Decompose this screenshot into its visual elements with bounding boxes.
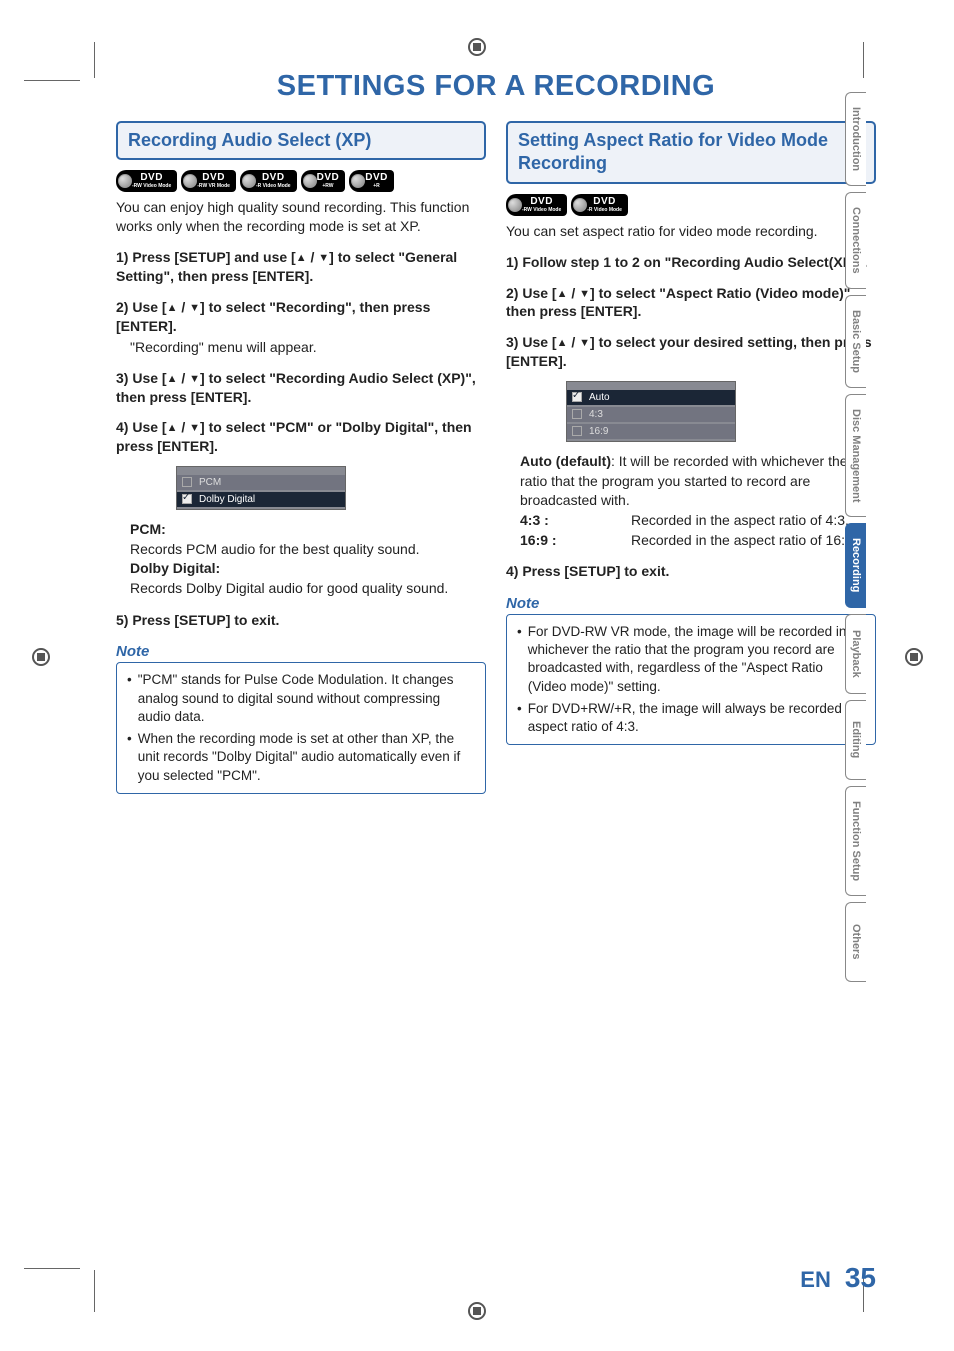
print-mark-top [468, 38, 486, 56]
page-number: 35 [845, 1262, 876, 1294]
note-item: •"PCM" stands for Pulse Code Modulation.… [127, 671, 475, 726]
pcm-desc: Records PCM audio for the best quality s… [130, 540, 486, 560]
intro-text: You can set aspect ratio for video mode … [506, 222, 876, 241]
tab-editing[interactable]: Editing [845, 700, 866, 780]
def-169: 16:9 : Recorded in the aspect ratio of 1… [520, 531, 876, 551]
side-tabs: Introduction Connections Basic Setup Dis… [845, 92, 866, 982]
dolby-label: Dolby Digital: [130, 559, 486, 579]
dvd-badge: DVD-RW Video Mode [116, 170, 177, 192]
dolby-desc: Records Dolby Digital audio for good qua… [130, 579, 486, 599]
note-box-left: •"PCM" stands for Pulse Code Modulation.… [116, 662, 486, 793]
step-2-sub: "Recording" menu will appear. [130, 338, 486, 357]
note-box-right: •For DVD-RW VR mode, the image will be r… [506, 614, 876, 745]
print-mark-right [905, 648, 923, 666]
two-column-layout: Recording Audio Select (XP) DVD-RW Video… [116, 121, 876, 794]
dvd-badge: DVD-RW VR Mode [181, 170, 236, 192]
crop-mark [24, 1268, 80, 1269]
def-auto: Auto (default): It will be recorded with… [520, 452, 876, 511]
pcm-definition: PCM: Records PCM audio for the best qual… [130, 520, 486, 598]
step-1: 1) Press [SETUP] and use [▲ / ▼] to sele… [116, 248, 486, 286]
checkbox-icon [182, 477, 192, 487]
step-1: 1) Follow step 1 to 2 on "Recording Audi… [506, 253, 876, 272]
osd-menu-aspect: Auto 4:3 16:9 [566, 381, 736, 442]
note-item: •For DVD-RW VR mode, the image will be r… [517, 623, 865, 696]
crop-mark [94, 1270, 95, 1312]
print-mark-left [32, 648, 50, 666]
crop-mark [94, 42, 95, 78]
aspect-definitions: Auto (default): It will be recorded with… [520, 452, 876, 550]
pcm-label: PCM: [130, 520, 486, 540]
print-mark-bottom [468, 1302, 486, 1320]
dvd-badge: DVD-RW Video Mode [506, 194, 567, 216]
section-heading-aspect-ratio: Setting Aspect Ratio for Video Mode Reco… [506, 121, 876, 184]
dvd-badges-right: DVD-RW Video Mode DVD-R Video Mode [506, 194, 876, 216]
dvd-badge: DVD+RW [301, 170, 346, 192]
crop-mark [24, 80, 80, 81]
step-4: 4) Press [SETUP] to exit. [506, 562, 876, 581]
note-item: •For DVD+RW/+R, the image will always be… [517, 700, 865, 736]
step-2: 2) Use [▲ / ▼] to select "Recording", th… [116, 298, 486, 336]
note-item: •When the recording mode is set at other… [127, 730, 475, 785]
menu-row-169: 16:9 [567, 424, 735, 439]
tab-others[interactable]: Others [845, 902, 866, 982]
checkbox-icon [572, 409, 582, 419]
section-heading-audio-select: Recording Audio Select (XP) [116, 121, 486, 160]
checkbox-checked-icon [572, 392, 582, 402]
left-column: Recording Audio Select (XP) DVD-RW Video… [116, 121, 486, 794]
tab-basic-setup[interactable]: Basic Setup [845, 295, 866, 388]
tab-recording[interactable]: Recording [845, 523, 866, 607]
step-5: 5) Press [SETUP] to exit. [116, 611, 486, 630]
step-3: 3) Use [▲ / ▼] to select your desired se… [506, 333, 876, 371]
menu-row-pcm: PCM [177, 475, 345, 490]
dvd-badge: DVD-R Video Mode [571, 194, 628, 216]
note-heading: Note [506, 595, 876, 612]
tab-connections[interactable]: Connections [845, 192, 866, 289]
checkbox-checked-icon [182, 494, 192, 504]
def-43: 4:3 : Recorded in the aspect ratio of 4:… [520, 511, 876, 531]
tab-disc-management[interactable]: Disc Management [845, 394, 866, 518]
tab-function-setup[interactable]: Function Setup [845, 786, 866, 896]
dvd-badge: DVD+R [349, 170, 394, 192]
tab-playback[interactable]: Playback [845, 614, 866, 694]
page-footer: EN 35 [800, 1262, 876, 1294]
menu-row-43: 4:3 [567, 407, 735, 422]
dvd-badges-left: DVD-RW Video Mode DVD-RW VR Mode DVD-R V… [116, 170, 486, 192]
menu-row-auto: Auto [567, 390, 735, 405]
step-2: 2) Use [▲ / ▼] to select "Aspect Ratio (… [506, 284, 876, 322]
osd-menu-audio: PCM Dolby Digital [176, 466, 346, 510]
step-4: 4) Use [▲ / ▼] to select "PCM" or "Dolby… [116, 418, 486, 456]
language-code: EN [800, 1267, 831, 1293]
step-3: 3) Use [▲ / ▼] to select "Recording Audi… [116, 369, 486, 407]
dvd-badge: DVD-R Video Mode [240, 170, 297, 192]
note-heading: Note [116, 643, 486, 660]
tab-introduction[interactable]: Introduction [845, 92, 866, 186]
page-content: SETTINGS FOR A RECORDING Recording Audio… [116, 70, 876, 1300]
intro-text: You can enjoy high quality sound recordi… [116, 198, 486, 236]
checkbox-icon [572, 426, 582, 436]
page-title: SETTINGS FOR A RECORDING [116, 70, 876, 103]
menu-row-dolby: Dolby Digital [177, 492, 345, 507]
right-column: Setting Aspect Ratio for Video Mode Reco… [506, 121, 876, 794]
